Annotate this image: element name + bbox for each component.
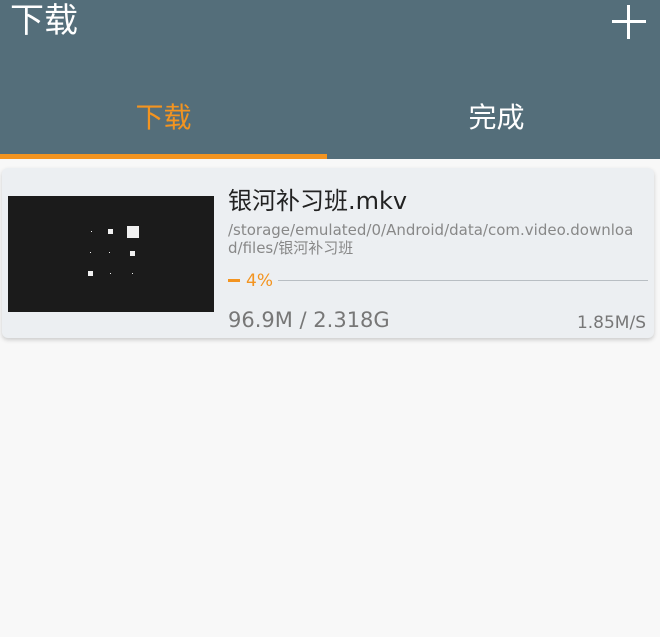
download-speed: 1.85M/S bbox=[576, 313, 646, 333]
progress-bar bbox=[228, 279, 240, 282]
progress-track bbox=[278, 280, 648, 281]
download-size: 96.9M / 2.318G bbox=[228, 308, 390, 332]
thumbnail-dot bbox=[90, 252, 91, 253]
thumbnail-dot bbox=[110, 273, 111, 274]
download-item[interactable]: 银河补习班.mkv /storage/emulated/0/Android/da… bbox=[2, 168, 654, 338]
tab-downloading[interactable]: 下载 bbox=[0, 98, 327, 138]
active-tab-indicator bbox=[0, 154, 327, 159]
thumbnail-dot bbox=[130, 251, 135, 256]
tab-completed[interactable]: 完成 bbox=[333, 98, 660, 138]
progress-percent: 4% bbox=[246, 271, 273, 291]
video-thumbnail bbox=[8, 196, 214, 312]
page-title: 下载 bbox=[10, 1, 78, 41]
plus-icon-vertical bbox=[627, 5, 630, 39]
thumbnail-dot bbox=[109, 252, 110, 253]
file-path: /storage/emulated/0/Android/data/com.vid… bbox=[228, 221, 634, 257]
plus-icon[interactable] bbox=[608, 2, 650, 44]
thumbnail-dot bbox=[132, 273, 133, 274]
thumbnail-dot bbox=[127, 226, 139, 238]
thumbnail-dot bbox=[91, 231, 92, 232]
progress-row: 4% bbox=[228, 270, 648, 292]
app-header: 下载 下载 完成 bbox=[0, 0, 660, 159]
file-name: 银河补习班.mkv bbox=[228, 187, 408, 215]
thumbnail-dot bbox=[108, 229, 113, 234]
thumbnail-dot bbox=[88, 271, 93, 276]
